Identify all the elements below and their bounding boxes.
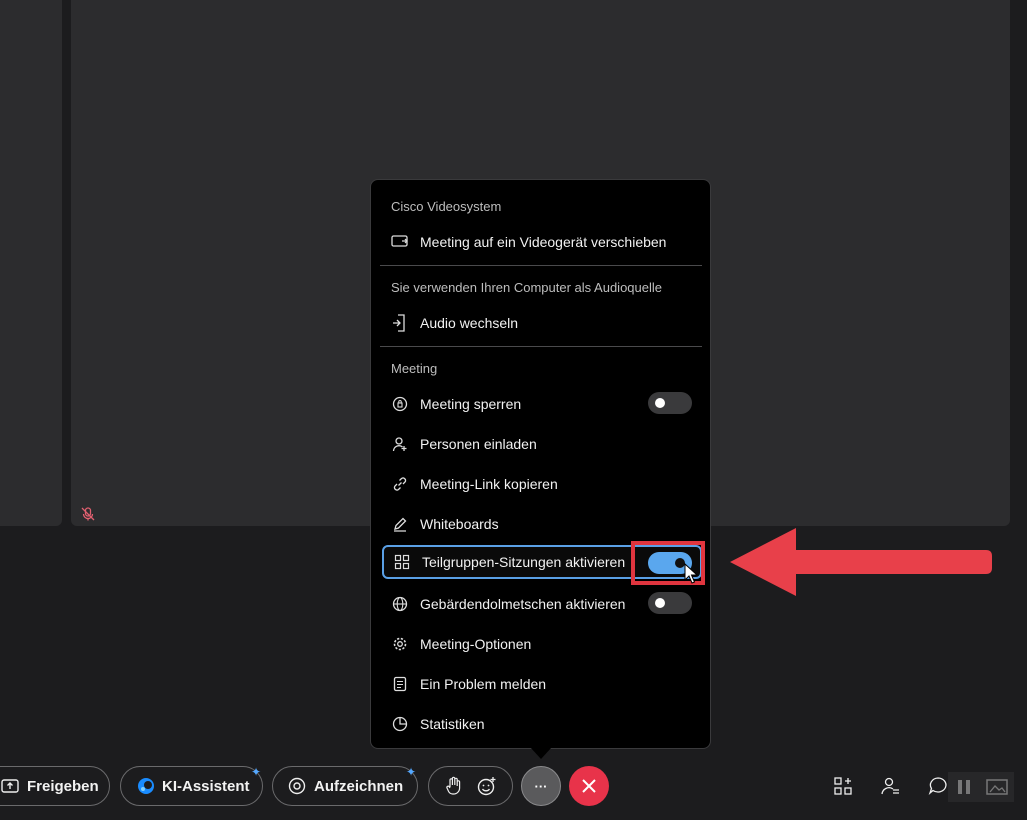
statistics-label: Statistiken (420, 716, 485, 732)
ai-assistant-button[interactable]: KI-Assistent (120, 766, 263, 806)
apps-icon[interactable] (833, 776, 853, 796)
share-icon (1, 779, 19, 793)
participants-icon[interactable] (880, 776, 900, 796)
end-call-button[interactable] (569, 766, 609, 806)
switch-audio-item[interactable]: Audio wechseln (382, 306, 702, 340)
record-button[interactable]: Aufzeichnen (272, 766, 418, 806)
more-options-button[interactable]: ··· (521, 766, 561, 806)
sign-language-label: Gebärdendolmetschen aktivieren (420, 596, 626, 612)
reactions-button[interactable] (477, 776, 497, 796)
record-spark-icon: ✦ (406, 765, 417, 779)
menu-divider (380, 265, 702, 266)
muted-mic-icon (81, 507, 95, 521)
whiteboards-item[interactable]: Whiteboards (382, 507, 702, 541)
mouse-cursor-icon (684, 563, 699, 584)
move-to-video-device-item[interactable]: Meeting auf ein Videogerät verschieben (382, 225, 702, 259)
breakout-sessions-label: Teilgruppen-Sitzungen aktivieren (422, 554, 626, 570)
copy-meeting-link-item[interactable]: Meeting-Link kopieren (382, 467, 702, 501)
ai-spark-icon: ✦ (251, 765, 262, 779)
section-label-audio: Sie verwenden Ihren Computer als Audioqu… (391, 280, 663, 295)
section-label-video-system: Cisco Videosystem (391, 199, 502, 214)
meeting-options-label: Meeting-Optionen (420, 636, 532, 652)
invite-people-item[interactable]: Personen einladen (382, 427, 702, 461)
video-tile-left (0, 0, 62, 526)
reactions-group (428, 766, 513, 806)
report-problem-item[interactable]: Ein Problem melden (382, 667, 702, 701)
link-icon (391, 475, 409, 493)
close-icon (582, 779, 596, 793)
meeting-options-item[interactable]: Meeting-Optionen (382, 627, 702, 661)
more-icon: ··· (534, 778, 548, 794)
invite-people-label: Personen einladen (420, 436, 537, 452)
lock-meeting-label: Meeting sperren (420, 396, 522, 412)
pencil-icon (391, 515, 409, 533)
globe-icon (391, 595, 409, 613)
video-device-icon (391, 233, 409, 251)
switch-audio-label: Audio wechseln (420, 315, 519, 331)
chat-icon[interactable] (928, 776, 948, 796)
ai-assistant-label: KI-Assistent (162, 777, 250, 795)
picture-in-picture-icon[interactable] (985, 779, 1008, 795)
sign-language-toggle[interactable] (648, 592, 692, 614)
whiteboards-label: Whiteboards (420, 516, 499, 532)
menu-pointer (530, 747, 552, 759)
red-arrow-annotation (730, 528, 992, 596)
raise-hand-button[interactable] (445, 776, 463, 796)
gear-icon (391, 635, 409, 653)
report-icon (391, 675, 409, 693)
invite-person-icon (391, 435, 409, 453)
statistics-item[interactable]: Statistiken (382, 707, 702, 741)
report-problem-label: Ein Problem melden (420, 676, 547, 692)
more-options-menu: Cisco Videosystem Meeting auf ein Videog… (370, 179, 711, 749)
breakout-grid-icon (393, 553, 411, 571)
pause-icon[interactable] (955, 778, 973, 796)
move-to-video-device-label: Meeting auf ein Videogerät verschieben (420, 234, 667, 250)
section-label-meeting: Meeting (391, 361, 438, 376)
share-label: Freigeben (27, 777, 99, 795)
floating-controls (948, 772, 1014, 802)
raise-hand-icon (446, 776, 461, 795)
record-label: Aufzeichnen (314, 777, 404, 795)
statistics-icon (391, 715, 409, 733)
lock-icon (391, 395, 409, 413)
lock-meeting-toggle[interactable] (648, 392, 692, 414)
ai-assistant-icon (137, 777, 155, 795)
switch-audio-icon (391, 314, 409, 332)
emoji-add-icon (477, 777, 496, 796)
menu-divider (380, 346, 702, 347)
share-button[interactable]: Freigeben (0, 766, 110, 806)
record-icon (288, 777, 306, 795)
copy-meeting-link-label: Meeting-Link kopieren (420, 476, 558, 492)
